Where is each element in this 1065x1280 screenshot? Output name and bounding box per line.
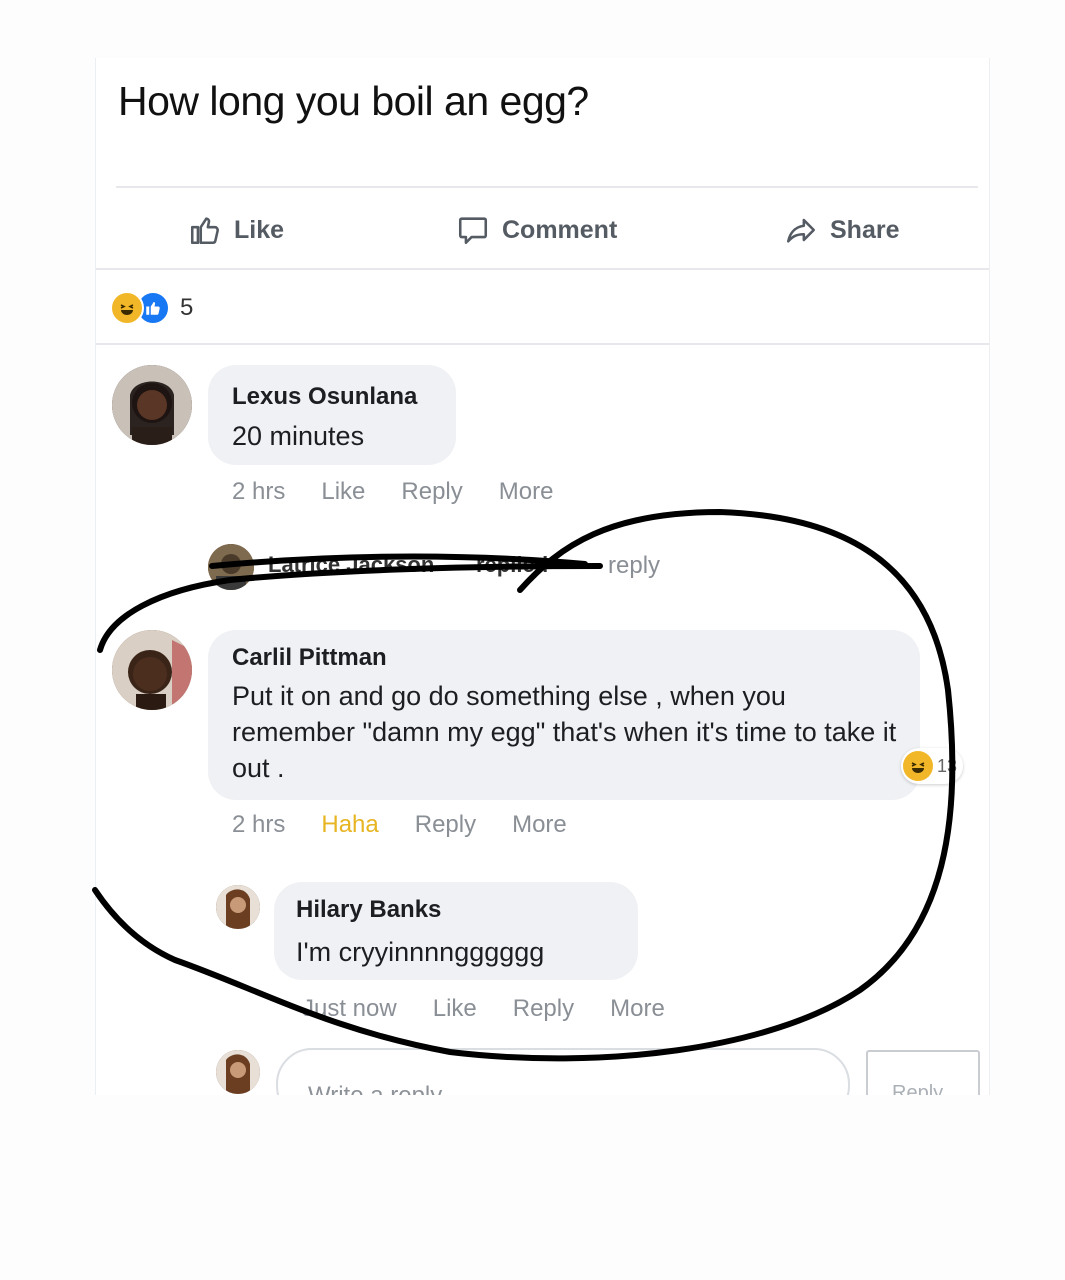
comment-text: 20 minutes xyxy=(232,421,365,451)
like-label: Like xyxy=(234,215,285,244)
comment-more-link[interactable]: More xyxy=(499,478,554,506)
comment-author[interactable]: Carlil Pittman xyxy=(232,644,387,672)
comment-reply-link[interactable]: Reply xyxy=(401,478,462,506)
divider xyxy=(116,186,978,188)
avatar[interactable] xyxy=(112,630,192,710)
reply-submit-button[interactable]: Reply xyxy=(866,1050,980,1095)
comment-time: 2 hrs xyxy=(232,478,286,505)
comment-reaction-badge[interactable]: 13 xyxy=(901,748,964,784)
reply-submit-label: Reply xyxy=(892,1082,944,1095)
comment-author[interactable]: Lexus Osunlana xyxy=(232,383,417,411)
comment-reaction-count: 13 xyxy=(937,755,958,776)
comment-icon xyxy=(458,217,488,245)
post-text: How long you boil an egg? xyxy=(118,78,589,124)
share-label: Share xyxy=(830,215,900,244)
reply-time: Just now xyxy=(302,995,397,1022)
comment-actions: 2 hrs Haha Reply More xyxy=(232,811,567,839)
like-button[interactable]: Like xyxy=(188,210,284,250)
avatar[interactable] xyxy=(112,365,192,445)
comment-like-link[interactable]: Like xyxy=(321,478,365,506)
replied-indicator[interactable]: Latrice Jackson replied reply xyxy=(96,544,989,590)
comment-more-link[interactable]: More xyxy=(512,811,567,839)
comment-text: Put it on and go do something else , whe… xyxy=(232,681,897,783)
comment-actions: 2 hrs Like Reply More xyxy=(232,478,553,506)
replied-author[interactable]: Latrice Jackson xyxy=(268,552,434,578)
haha-reaction-icon xyxy=(110,291,144,325)
reaction-count: 5 xyxy=(180,294,194,321)
post-card: How long you boil an egg? Like Comment S… xyxy=(95,58,990,1095)
reply-text: I'm cryyinnnngggggg xyxy=(296,937,545,967)
comment-button[interactable]: Comment xyxy=(456,210,617,250)
comment-time: 2 hrs xyxy=(232,811,286,838)
comment-bubble: Carlil Pittman Put it on and go do somet… xyxy=(208,630,920,800)
comment-reply-link[interactable]: Reply xyxy=(415,811,476,839)
share-icon xyxy=(786,218,816,243)
comment-bubble: Lexus Osunlana 20 minutes xyxy=(208,365,456,465)
avatar xyxy=(208,544,254,590)
reply-like-link[interactable]: Like xyxy=(433,995,477,1023)
replied-suffix: reply xyxy=(608,552,661,579)
reply-reply-link[interactable]: Reply xyxy=(513,995,574,1023)
avatar xyxy=(216,1050,260,1094)
reply-author[interactable]: Hilary Banks xyxy=(296,896,441,924)
comment-label: Comment xyxy=(502,215,618,244)
reply-more-link[interactable]: More xyxy=(610,995,665,1023)
reply-input-placeholder: Write a reply xyxy=(308,1082,442,1095)
comment-haha-link[interactable]: Haha xyxy=(321,811,378,839)
reaction-summary[interactable]: 5 xyxy=(110,291,193,325)
reply-actions: Just now Like Reply More xyxy=(302,995,665,1023)
divider xyxy=(96,268,989,270)
divider xyxy=(96,343,989,345)
share-button[interactable]: Share xyxy=(784,210,899,250)
reply-input[interactable]: Write a reply xyxy=(276,1048,850,1095)
haha-reaction-icon xyxy=(903,751,933,781)
avatar[interactable] xyxy=(216,885,260,929)
replied-verb: replied xyxy=(476,552,549,577)
reply-bubble: Hilary Banks I'm cryyinnnngggggg xyxy=(274,882,638,980)
thumbs-up-icon xyxy=(190,217,219,245)
